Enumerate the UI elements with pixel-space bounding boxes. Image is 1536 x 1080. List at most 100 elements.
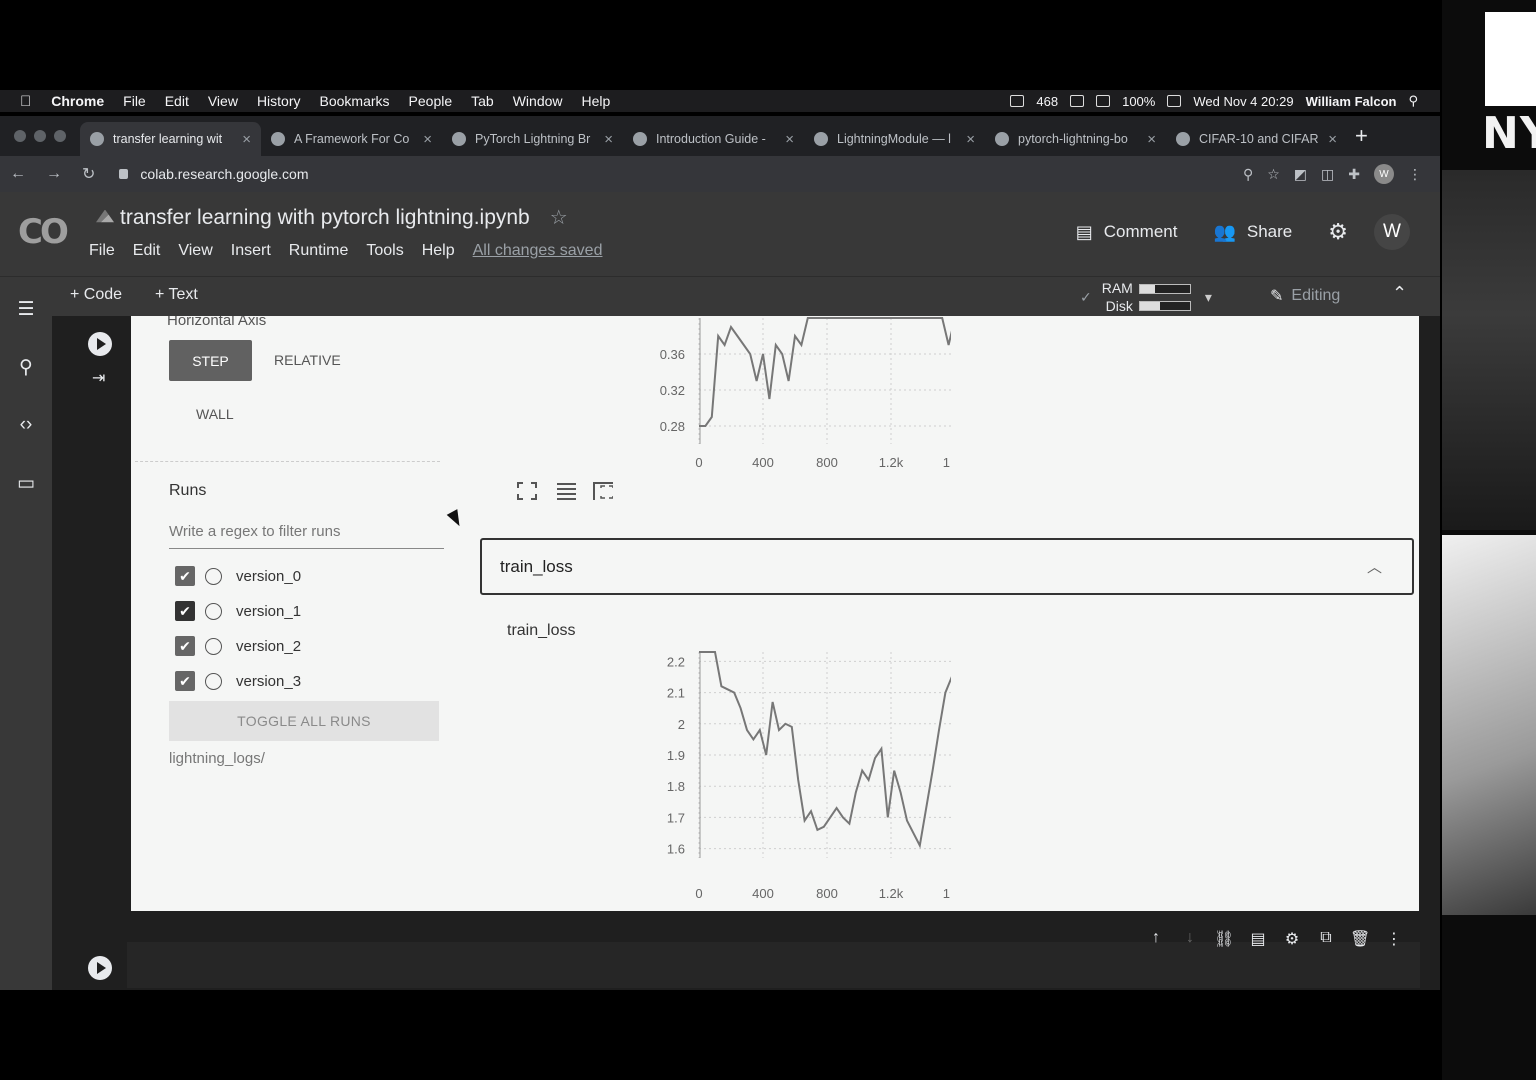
fit-domain-icon[interactable] bbox=[593, 482, 613, 500]
notebook-title[interactable]: transfer learning with pytorch lightning… bbox=[120, 206, 530, 230]
add-text-button[interactable]: + Text bbox=[155, 286, 198, 304]
minimize-window-icon[interactable] bbox=[34, 130, 46, 142]
chrome-menu-icon[interactable]: ⋮ bbox=[1408, 166, 1422, 183]
close-tab-icon[interactable]: × bbox=[1328, 131, 1337, 148]
extension-icon[interactable]: ◩ bbox=[1294, 166, 1307, 183]
url-text[interactable]: colab.research.google.com bbox=[140, 166, 308, 182]
chevron-down-icon[interactable]: ▾ bbox=[1205, 289, 1212, 306]
move-up-icon[interactable]: ↑ bbox=[1146, 929, 1166, 949]
browser-tab[interactable]: CIFAR-10 and CIFAR × bbox=[1166, 122, 1347, 156]
menubar-people[interactable]: People bbox=[409, 93, 453, 109]
run-radio[interactable] bbox=[205, 602, 222, 620]
account-avatar[interactable]: W bbox=[1374, 214, 1410, 250]
browser-tab[interactable]: A Framework For Co × bbox=[261, 122, 442, 156]
toc-icon[interactable]: ☰ bbox=[14, 298, 38, 321]
star-icon[interactable]: ☆ bbox=[550, 205, 568, 230]
run-row[interactable]: ✔ version_0 bbox=[175, 566, 301, 586]
comment-button[interactable]: ▤ Comment bbox=[1076, 222, 1178, 243]
menubar-bookmarks[interactable]: Bookmarks bbox=[320, 93, 390, 109]
settings-gear-icon[interactable]: ⚙ bbox=[1282, 929, 1302, 949]
spotlight-icon[interactable]: ⚲ bbox=[1408, 93, 1418, 109]
resources-indicator[interactable]: ✓ RAM Disk ▾ bbox=[1080, 279, 1212, 315]
wall-axis-button[interactable]: WALL bbox=[196, 406, 234, 422]
run-row[interactable]: ✔ version_1 bbox=[175, 601, 301, 621]
run-cell-button[interactable] bbox=[88, 332, 112, 356]
lock-icon[interactable] bbox=[119, 169, 129, 179]
run-radio[interactable] bbox=[205, 567, 222, 585]
new-tab-button[interactable]: + bbox=[1355, 123, 1368, 149]
settings-gear-icon[interactable]: ⚙ bbox=[1328, 219, 1348, 245]
menubar-edit[interactable]: Edit bbox=[165, 93, 189, 109]
colab-logo[interactable]: CO bbox=[18, 212, 69, 252]
mirror-cell-icon[interactable]: ⧉ bbox=[1316, 929, 1336, 949]
browser-tab[interactable]: pytorch-lightning-bo × bbox=[985, 122, 1166, 156]
log-scale-icon[interactable] bbox=[556, 482, 576, 500]
relative-axis-button[interactable]: RELATIVE bbox=[274, 352, 341, 368]
search-icon[interactable]: ⚲ bbox=[14, 356, 38, 379]
run-cell-button[interactable] bbox=[88, 956, 112, 980]
step-axis-button[interactable]: STEP bbox=[169, 340, 252, 381]
close-tab-icon[interactable]: × bbox=[242, 131, 251, 148]
puzzle-icon[interactable]: ✚ bbox=[1348, 166, 1360, 183]
fullscreen-icon[interactable] bbox=[517, 482, 537, 500]
colab-menu-insert[interactable]: Insert bbox=[231, 242, 271, 260]
chevron-up-icon[interactable]: ⌃ bbox=[1392, 283, 1407, 304]
comment-icon[interactable]: ▤ bbox=[1248, 929, 1268, 949]
add-code-button[interactable]: + Code bbox=[70, 286, 122, 304]
save-status[interactable]: All changes saved bbox=[473, 242, 603, 260]
menubar-app-name[interactable]: Chrome bbox=[51, 93, 104, 109]
colab-menu-view[interactable]: View bbox=[178, 242, 212, 260]
wifi-icon[interactable] bbox=[1070, 95, 1085, 107]
delete-icon[interactable]: 🗑 bbox=[1350, 929, 1370, 949]
close-tab-icon[interactable]: × bbox=[1147, 131, 1156, 148]
menubar-history[interactable]: History bbox=[257, 93, 301, 109]
volume-icon[interactable] bbox=[1096, 95, 1111, 107]
run-checkbox[interactable]: ✔ bbox=[175, 636, 195, 656]
editing-mode[interactable]: ✎ Editing bbox=[1270, 286, 1340, 306]
menubar-tab[interactable]: Tab bbox=[471, 93, 494, 109]
colab-menu-help[interactable]: Help bbox=[422, 242, 455, 260]
run-checkbox[interactable]: ✔ bbox=[175, 601, 195, 621]
back-icon[interactable]: ← bbox=[10, 165, 26, 183]
omnibox[interactable]: colab.research.google.com bbox=[119, 166, 1243, 182]
mail-icon[interactable] bbox=[1010, 95, 1025, 107]
train-loss-card-header[interactable]: train_loss ︿ bbox=[480, 538, 1414, 595]
reload-icon[interactable]: ↻ bbox=[82, 164, 95, 184]
menubar-datetime[interactable]: Wed Nov 4 20:29 bbox=[1193, 94, 1293, 109]
close-tab-icon[interactable]: × bbox=[966, 131, 975, 148]
train-loss-chart[interactable]: 04008001.2k1.6k2k2.22.121.91.81.71.6 bbox=[511, 646, 951, 906]
zoom-icon[interactable]: ⚲ bbox=[1243, 166, 1253, 183]
run-radio[interactable] bbox=[205, 672, 222, 690]
menubar-help[interactable]: Help bbox=[582, 93, 611, 109]
menubar-view[interactable]: View bbox=[208, 93, 238, 109]
run-row[interactable]: ✔ version_3 bbox=[175, 671, 301, 691]
menubar-user[interactable]: William Falcon bbox=[1306, 94, 1397, 109]
extension-icon[interactable]: ◫ bbox=[1321, 166, 1334, 183]
profile-avatar[interactable]: W bbox=[1374, 164, 1394, 184]
toggle-all-runs-button[interactable]: TOGGLE ALL RUNS bbox=[169, 701, 439, 741]
colab-menu-edit[interactable]: Edit bbox=[133, 242, 161, 260]
run-radio[interactable] bbox=[205, 637, 222, 655]
apple-icon[interactable]:  bbox=[20, 93, 31, 110]
run-checkbox[interactable]: ✔ bbox=[175, 566, 195, 586]
share-button[interactable]: 👥 Share bbox=[1213, 222, 1292, 243]
browser-tab[interactable]: Introduction Guide - × bbox=[623, 122, 804, 156]
browser-tab[interactable]: PyTorch Lightning Br × bbox=[442, 122, 623, 156]
close-tab-icon[interactable]: × bbox=[785, 131, 794, 148]
run-filter-input[interactable]: Write a regex to filter runs bbox=[169, 523, 444, 549]
maximize-window-icon[interactable] bbox=[54, 130, 66, 142]
close-tab-icon[interactable]: × bbox=[604, 131, 613, 148]
colab-menu-file[interactable]: File bbox=[89, 242, 115, 260]
link-icon[interactable]: ⛓ bbox=[1214, 929, 1234, 949]
run-checkbox[interactable]: ✔ bbox=[175, 671, 195, 691]
move-down-icon[interactable]: ↓ bbox=[1180, 929, 1200, 949]
browser-tab[interactable]: LightningModule — l × bbox=[804, 122, 985, 156]
output-actions-icon[interactable]: ⇥ bbox=[92, 368, 105, 388]
chevron-up-icon[interactable]: ︿ bbox=[1367, 556, 1382, 577]
colab-menu-runtime[interactable]: Runtime bbox=[289, 242, 349, 260]
forward-icon[interactable]: → bbox=[46, 165, 62, 183]
close-tab-icon[interactable]: × bbox=[423, 131, 432, 148]
bookmark-star-icon[interactable]: ☆ bbox=[1267, 166, 1280, 183]
files-folder-icon[interactable]: ▭ bbox=[14, 472, 38, 495]
run-row[interactable]: ✔ version_2 bbox=[175, 636, 301, 656]
